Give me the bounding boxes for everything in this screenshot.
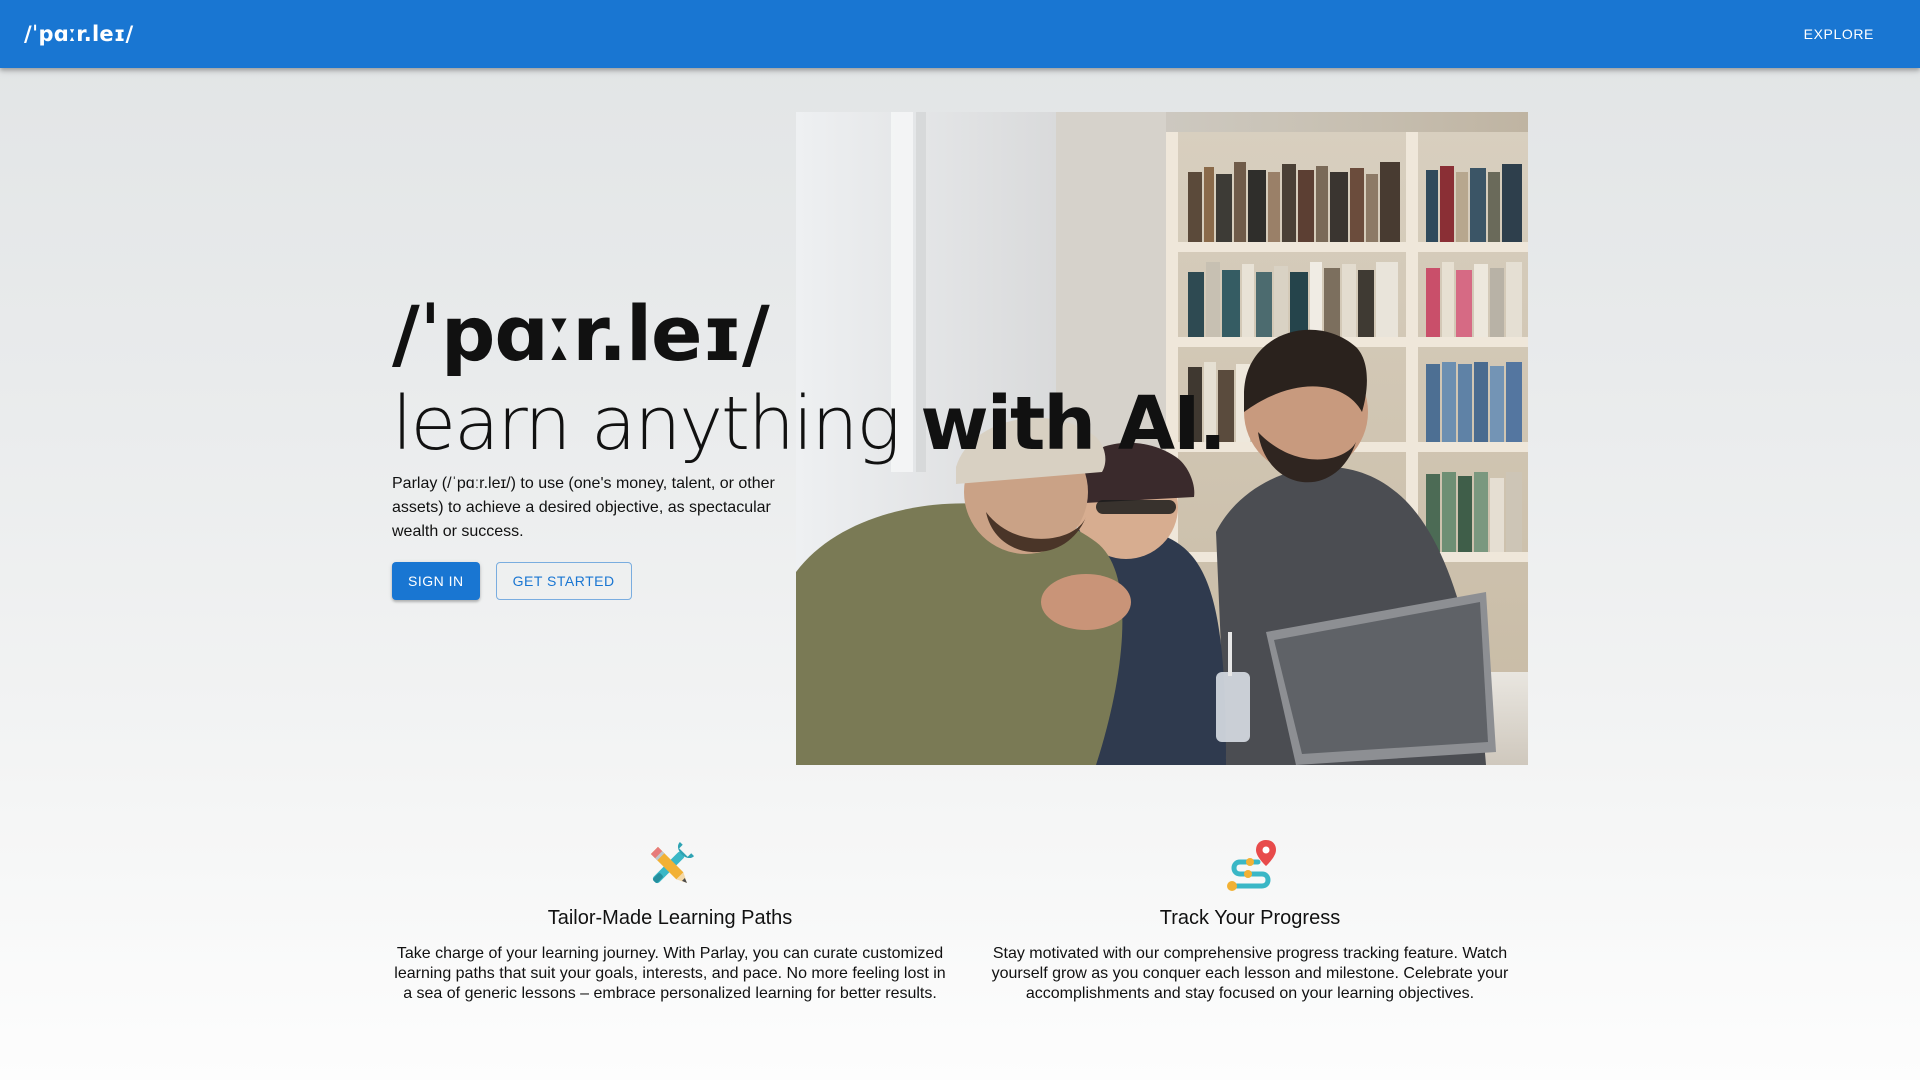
hero-subtitle-light: learn anything <box>392 381 921 467</box>
hero-description: Parlay (/ˈpɑːr.leɪ/) to use (one's money… <box>392 475 775 540</box>
feature-card-track-progress: Track Your Progress Stay motivated with … <box>972 838 1528 1004</box>
route-with-pin-icon <box>972 838 1528 896</box>
hero-actions: SIGN IN GET STARTED <box>392 562 1112 600</box>
sign-in-button[interactable]: SIGN IN <box>392 562 480 600</box>
hero-subtitle: learn anything with AI. <box>392 380 1227 468</box>
feature-title: Track Your Progress <box>1159 907 1341 929</box>
brand-logo[interactable]: /ˈpɑːr.leɪ/ <box>24 22 133 46</box>
hero-title: /ˈpɑːr.leɪ/ <box>392 289 770 378</box>
pencil-and-wrench-icon <box>392 838 948 896</box>
app-bar: /ˈpɑːr.leɪ/ EXPLORE <box>0 0 1920 68</box>
feature-description: Stay motivated with our comprehensive pr… <box>991 945 1509 1002</box>
feature-card-learning-paths: Tailor-Made Learning Paths Take charge o… <box>392 838 948 1004</box>
hero-subtitle-bold: with AI. <box>920 381 1226 467</box>
features-section: Tailor-Made Learning Paths Take charge o… <box>392 838 1528 1004</box>
get-started-button[interactable]: GET STARTED <box>495 562 632 600</box>
feature-description: Take charge of your learning journey. Wi… <box>394 945 946 1002</box>
hero-section: /ˈpɑːr.leɪ/ learn anything with AI. Parl… <box>392 288 1227 600</box>
explore-button[interactable]: EXPLORE <box>1792 18 1886 50</box>
feature-title: Tailor-Made Learning Paths <box>547 907 793 929</box>
